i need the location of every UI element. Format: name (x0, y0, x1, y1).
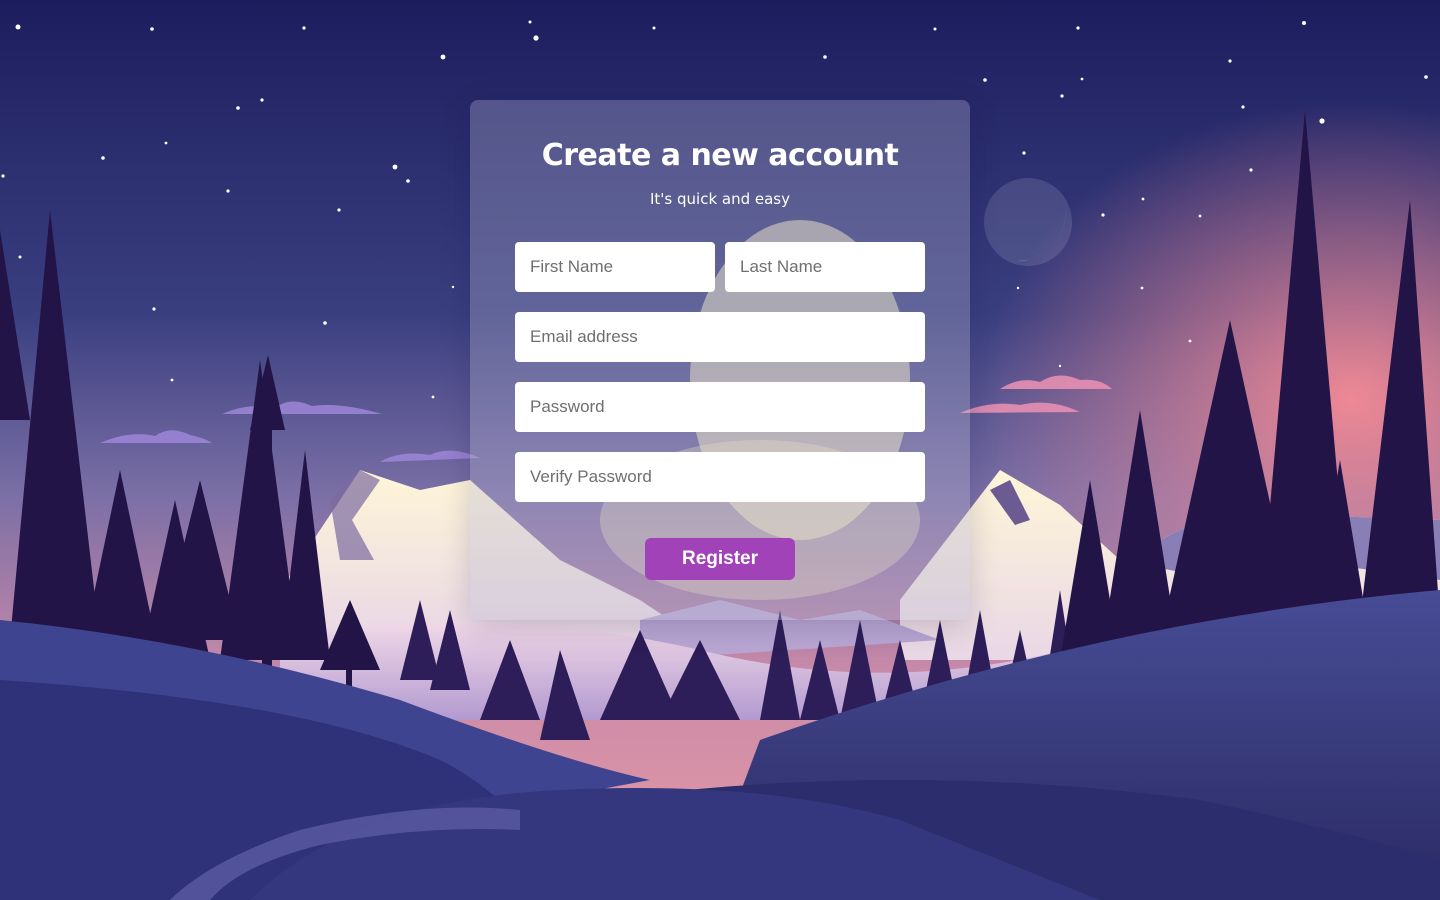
first-name-input[interactable] (515, 242, 715, 292)
last-name-input[interactable] (725, 242, 925, 292)
password-input[interactable] (515, 382, 925, 432)
email-input[interactable] (515, 312, 925, 362)
verify-password-input[interactable] (515, 452, 925, 502)
register-button[interactable]: Register (645, 538, 795, 580)
form-subtitle: It's quick and easy (649, 190, 790, 208)
form-title: Create a new account (541, 138, 899, 173)
registration-card: Create a new account It's quick and easy… (470, 100, 970, 620)
